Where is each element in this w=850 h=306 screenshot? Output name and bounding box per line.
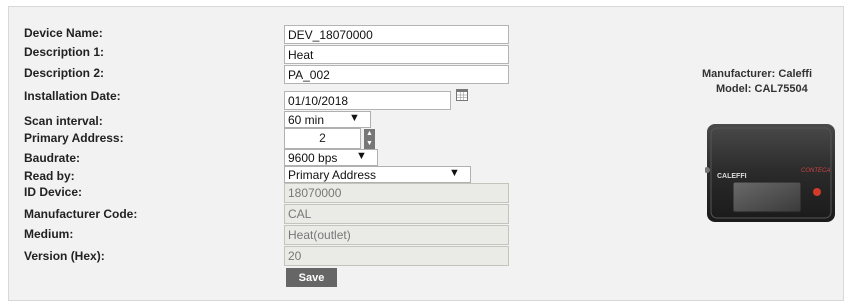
medium-field bbox=[284, 225, 509, 245]
description1-label: Description 1: bbox=[24, 45, 105, 59]
save-button[interactable]: Save bbox=[286, 268, 337, 287]
primary-address-value: 2 bbox=[319, 131, 326, 145]
device-name-field[interactable] bbox=[284, 25, 509, 44]
device-image: CALEFFI CONTECA bbox=[704, 120, 837, 231]
description2-field[interactable] bbox=[284, 65, 509, 84]
baudrate-select[interactable]: 9600 bps ▼ bbox=[284, 149, 378, 166]
primary-address-label: Primary Address: bbox=[24, 131, 124, 145]
dropdown-arrow-icon: ▼ bbox=[349, 112, 360, 124]
id-device-label: ID Device: bbox=[24, 185, 83, 199]
dropdown-arrow-icon: ▼ bbox=[449, 167, 460, 179]
installation-date-field[interactable] bbox=[284, 91, 451, 110]
version-hex-field bbox=[284, 246, 509, 266]
primary-address-stepper[interactable]: 2 bbox=[284, 128, 361, 149]
scan-interval-select[interactable]: 60 min ▼ bbox=[284, 111, 371, 128]
manufacturer-code-label: Manufacturer Code: bbox=[24, 207, 138, 221]
read-by-value: Primary Address bbox=[288, 168, 377, 182]
scan-interval-value: 60 min bbox=[288, 113, 325, 127]
read-by-label: Read by: bbox=[24, 169, 75, 183]
description2-label: Description 2: bbox=[24, 66, 105, 80]
dropdown-arrow-icon: ▼ bbox=[356, 150, 367, 162]
model-text: Model: CAL75504 bbox=[716, 83, 808, 95]
brand-logo-text: CALEFFI bbox=[717, 173, 747, 180]
baudrate-label: Baudrate: bbox=[24, 151, 81, 165]
spin-up-icon[interactable]: ▲ bbox=[364, 129, 375, 139]
version-hex-label: Version (Hex): bbox=[24, 249, 105, 263]
spin-down-icon[interactable]: ▼ bbox=[364, 139, 375, 149]
description1-field[interactable] bbox=[284, 45, 509, 64]
device-name-label: Device Name: bbox=[24, 26, 103, 40]
installation-date-label: Installation Date: bbox=[24, 89, 121, 103]
manufacturer-code-field bbox=[284, 204, 509, 224]
product-logo-text: CONTECA bbox=[801, 168, 830, 174]
scan-interval-label: Scan interval: bbox=[24, 114, 103, 128]
manufacturer-text: Manufacturer: Caleffi bbox=[702, 68, 813, 80]
read-by-select[interactable]: Primary Address ▼ bbox=[284, 166, 471, 183]
baudrate-value: 9600 bps bbox=[288, 151, 338, 165]
calendar-icon[interactable] bbox=[456, 89, 468, 101]
id-device-field bbox=[284, 183, 509, 203]
medium-label: Medium: bbox=[24, 227, 74, 241]
